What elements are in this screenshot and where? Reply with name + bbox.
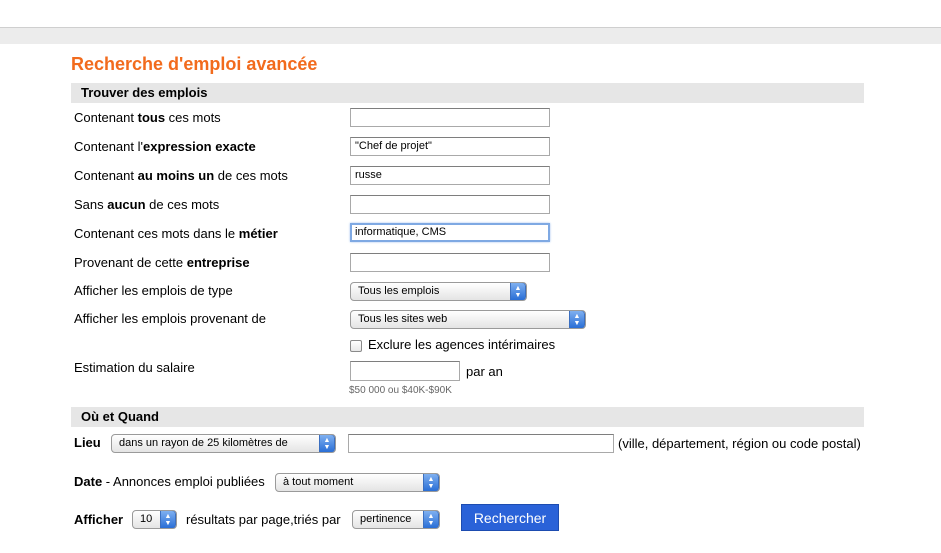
date-select[interactable]: à tout moment ▲ ▼ [275, 473, 440, 492]
company-input[interactable] [350, 253, 550, 272]
exclude-agencies-checkbox[interactable] [350, 340, 362, 352]
label-all-words: Contenant tous ces mots [74, 110, 221, 125]
label-company: Provenant de cette entreprise [74, 255, 250, 270]
all-words-input[interactable] [350, 108, 550, 127]
salary-suffix: par an [466, 364, 503, 379]
label-without-words: Sans aucun de ces mots [74, 197, 220, 212]
title-words-input[interactable]: informatique, CMS [350, 223, 550, 242]
salary-hint: $50 000 ou $40K-$90K [349, 385, 452, 396]
label-salary: Estimation du salaire [74, 360, 195, 375]
section-header-where: Où et Quand [71, 407, 864, 427]
chevron-updown-icon: ▲ ▼ [569, 311, 585, 328]
label-source: Afficher les emplois provenant de [74, 311, 266, 326]
label-date: Date - Annonces emploi publiées [74, 474, 265, 489]
label-location: Lieu [74, 435, 101, 450]
chevron-updown-icon: ▲ ▼ [160, 511, 176, 528]
exclude-agencies-label: Exclure les agences intérimaires [368, 337, 556, 352]
results-per-page-label: résultats par page,triés par [186, 512, 341, 527]
at-least-one-input[interactable]: russe [350, 166, 550, 185]
page-title: Recherche d'emploi avancée [71, 54, 318, 74]
chevron-updown-icon: ▲ ▼ [319, 435, 335, 452]
chevron-updown-icon: ▲ ▼ [423, 474, 439, 491]
chevron-updown-icon: ▲ ▼ [423, 511, 439, 528]
without-words-input[interactable] [350, 195, 550, 214]
date-value: à tout moment [283, 476, 354, 488]
source-value: Tous les sites web [358, 313, 448, 325]
job-type-value: Tous les emplois [358, 285, 440, 297]
search-button[interactable]: Rechercher [461, 504, 559, 531]
location-hint: (ville, département, région ou code post… [618, 436, 861, 451]
radius-value: dans un rayon de 25 kilomètres de [119, 437, 288, 449]
sort-select[interactable]: pertinence ▲ ▼ [352, 510, 440, 529]
label-exact-phrase: Contenant l'expression exacte [74, 139, 256, 154]
section-header-find: Trouver des emplois [71, 83, 864, 103]
label-job-type: Afficher les emplois de type [74, 283, 233, 298]
source-select[interactable]: Tous les sites web ▲ ▼ [350, 310, 586, 329]
salary-input[interactable] [350, 361, 460, 381]
label-display: Afficher [74, 512, 124, 527]
per-page-value: 10 [140, 513, 153, 525]
sort-value: pertinence [360, 513, 412, 525]
location-input[interactable] [348, 434, 614, 453]
label-at-least-one: Contenant au moins un de ces mots [74, 168, 288, 183]
radius-select[interactable]: dans un rayon de 25 kilomètres de ▲ ▼ [111, 434, 336, 453]
label-title-words: Contenant ces mots dans le métier [74, 226, 278, 241]
job-type-select[interactable]: Tous les emplois ▲ ▼ [350, 282, 527, 301]
exact-phrase-input[interactable]: "Chef de projet" [350, 137, 550, 156]
chevron-updown-icon: ▲ ▼ [510, 283, 526, 300]
per-page-select[interactable]: 10 ▲ ▼ [132, 510, 177, 529]
top-bar [0, 27, 941, 44]
